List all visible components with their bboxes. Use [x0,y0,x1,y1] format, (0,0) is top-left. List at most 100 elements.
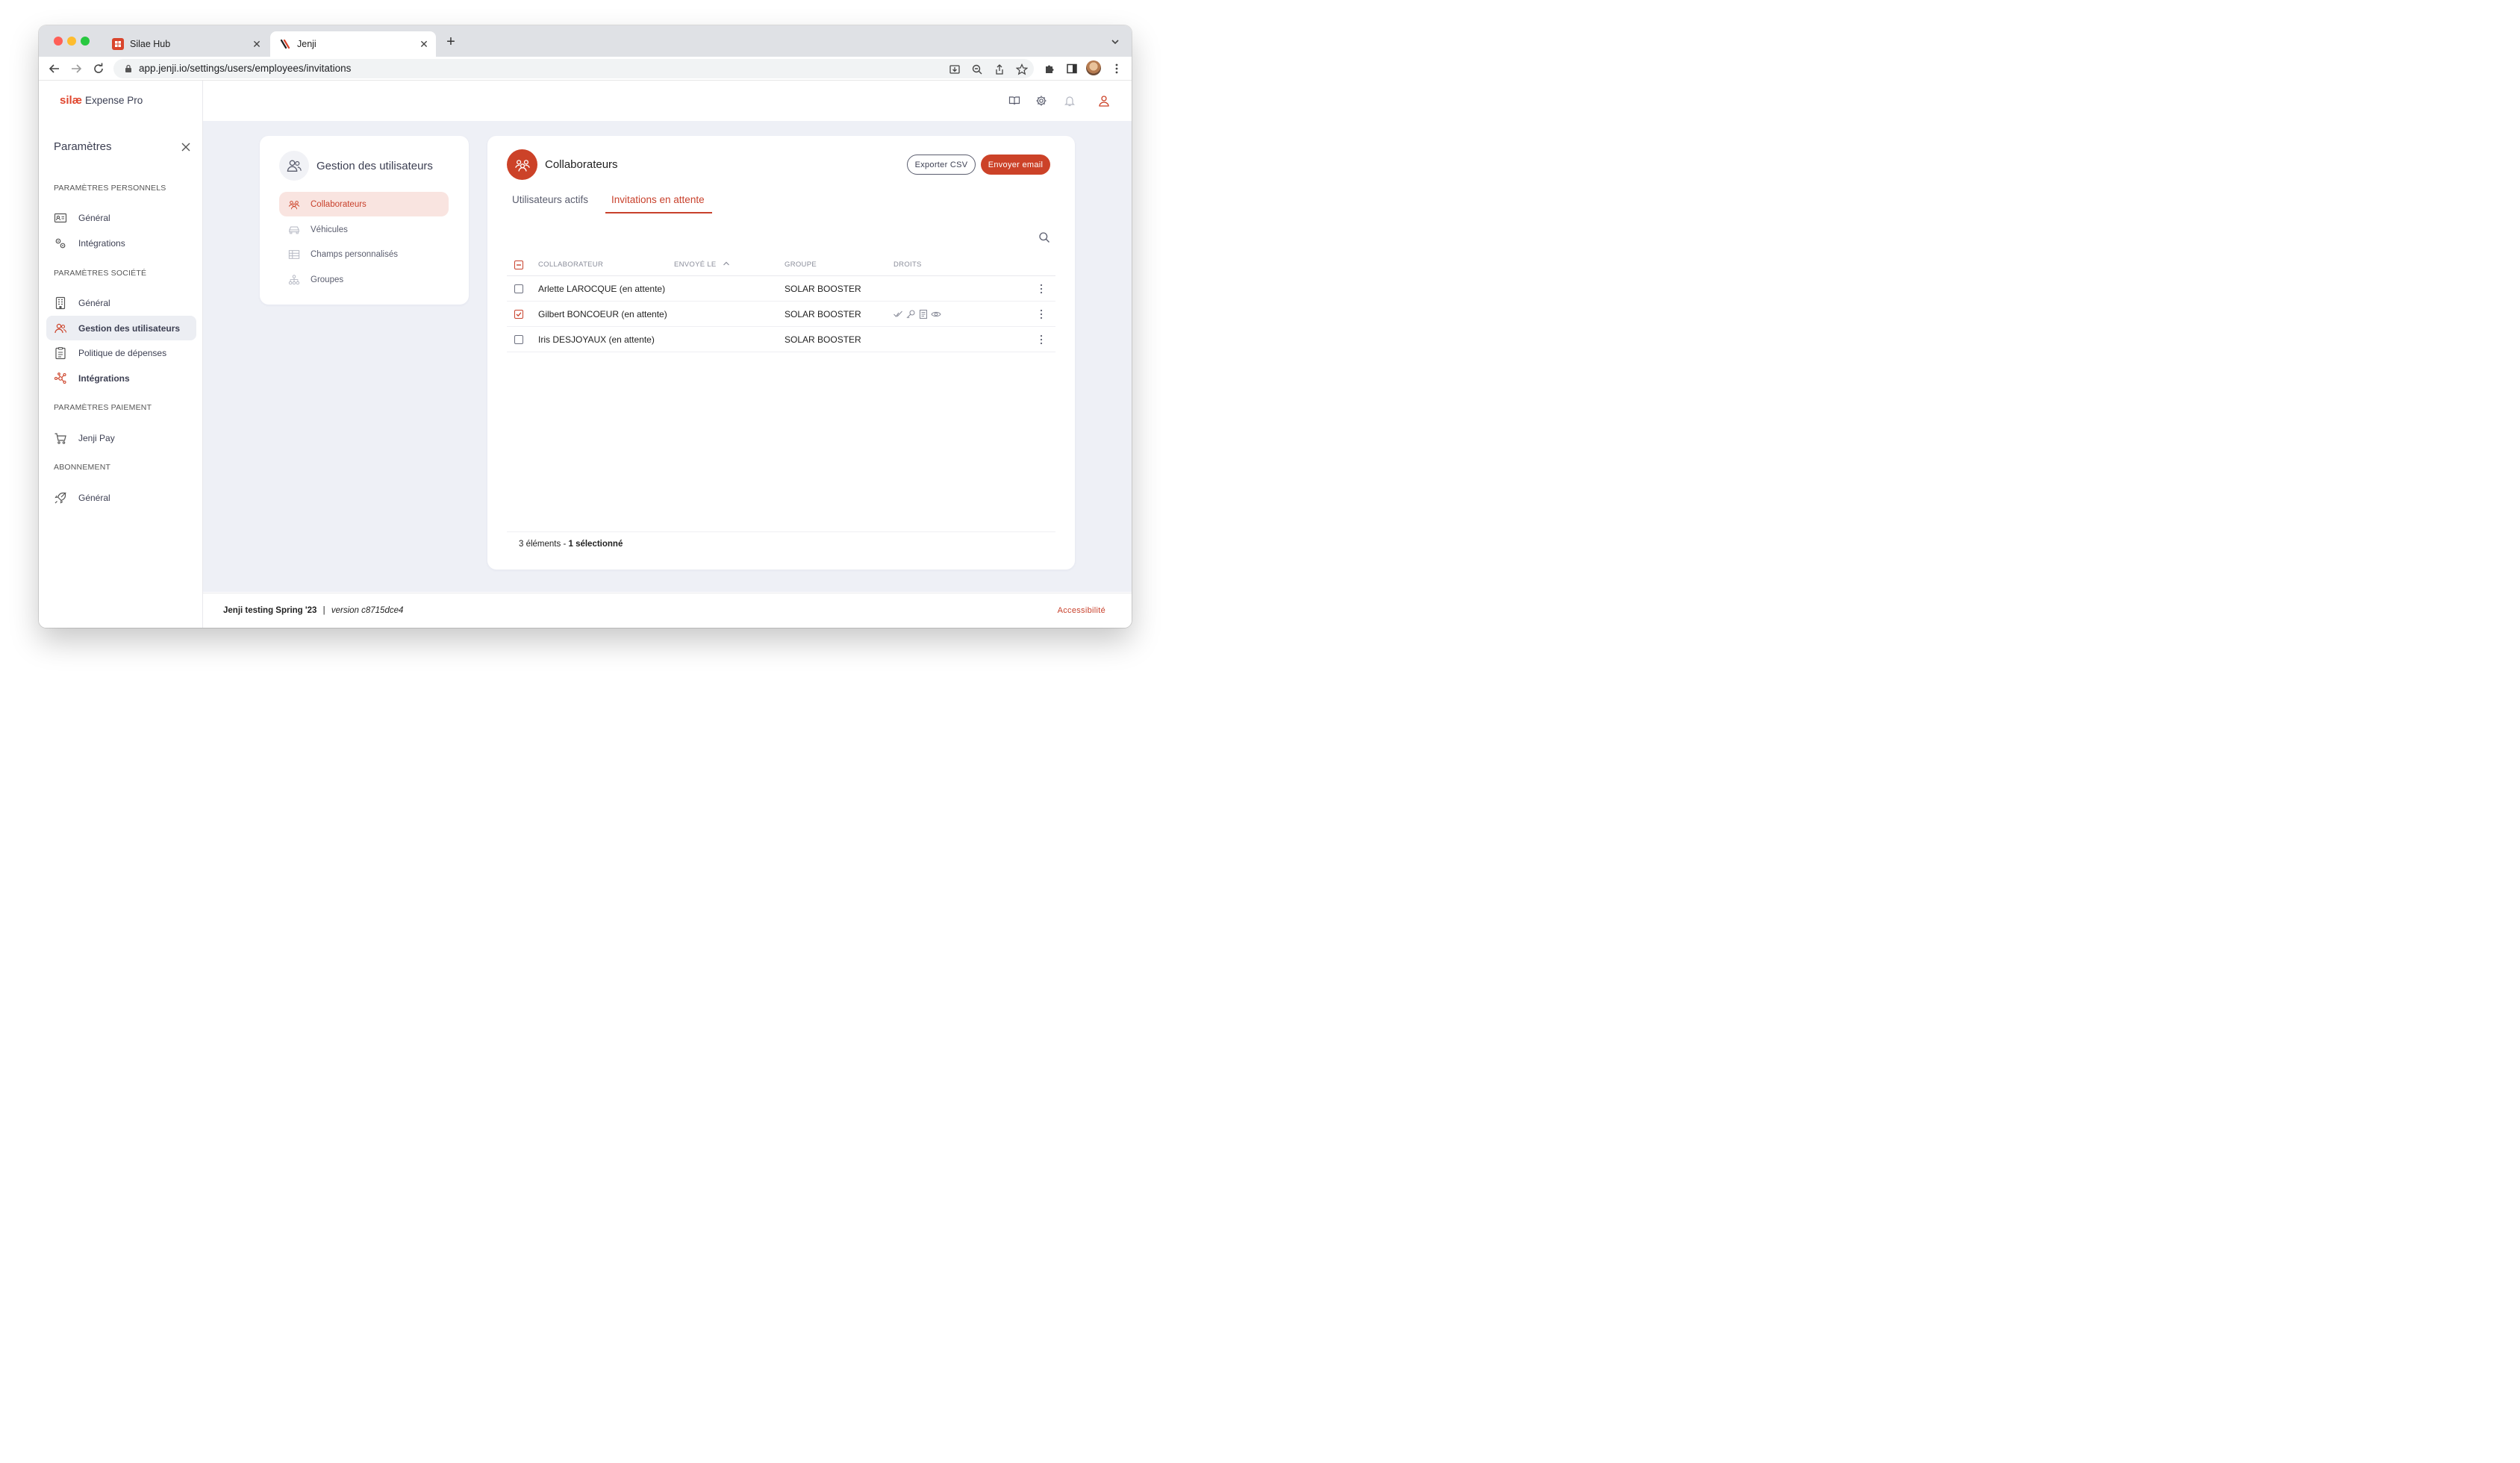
menu-item-label: Groupes [311,275,344,284]
app-header [203,81,1132,121]
browser-tab-silae-hub[interactable]: Silae Hub ✕ [103,31,269,57]
export-csv-button[interactable]: Exporter CSV [907,155,976,175]
menu-item-collaborators[interactable]: Collaborateurs [279,192,449,216]
collaborators-panel: Collaborateurs Exporter CSV Envoyer emai… [487,136,1075,570]
sidebar-item-expense-policy[interactable]: Politique de dépenses [46,340,196,365]
logo-mark: silæ [60,94,83,107]
column-collaborator[interactable]: COLLABORATEUR [538,261,603,269]
collaborator-name: Arlette LAROCQUE (en attente) [538,284,666,294]
menu-item-vehicles[interactable]: Véhicules [279,217,449,242]
menu-title: Gestion des utilisateurs [316,159,433,172]
eye-icon [931,311,941,317]
users-icon [54,323,67,333]
sidebar-item-label: Général [78,297,110,308]
sidebar-item-jenji-pay[interactable]: Jenji Pay [46,425,196,450]
sidebar-item-label: Gestion des utilisateurs [78,322,181,334]
table-footer-divider [507,531,1055,532]
search-icon[interactable] [1038,231,1050,243]
chevron-down-icon[interactable] [1109,36,1121,48]
bookmark-star-icon[interactable] [1016,63,1028,75]
url-text[interactable]: app.jenji.io/settings/users/employees/in… [139,63,351,74]
sidebar-item-label: Intégrations [78,237,125,249]
sort-ascending-icon [723,261,729,266]
sidebar-item-company-general[interactable]: Général [46,290,196,315]
group-name: SOLAR BOOSTER [785,334,861,345]
users-icon [287,160,302,172]
row-checkbox[interactable] [514,284,523,293]
group-name: SOLAR BOOSTER [785,284,861,294]
sidebar-item-company-integrations[interactable]: Intégrations [46,366,196,390]
sidebar-item-label: Général [78,492,110,503]
close-tab-icon[interactable]: ✕ [418,38,430,50]
sidebar-item-label: Jenji Pay [78,432,115,443]
section-payment-settings: PARAMÈTRES PAIEMENT [54,403,152,412]
rights-icons [893,309,941,319]
extensions-puzzle-icon[interactable] [1044,63,1055,75]
rocket-icon [54,492,66,504]
hierarchy-icon [288,274,300,284]
new-tab-button[interactable]: + [443,34,458,50]
side-panel-icon[interactable] [1066,63,1078,75]
table-row[interactable]: Arlette LAROCQUE (en attente) SOLAR BOOS… [507,276,1055,302]
column-sent-date[interactable]: ENVOYÉ LE [674,261,730,269]
sidebar-item-personal-integrations[interactable]: Intégrations [46,231,196,255]
close-window-button[interactable] [54,37,63,46]
zoom-icon[interactable] [971,63,983,75]
bell-icon[interactable] [1064,95,1076,107]
lock-icon [125,64,131,72]
user-icon[interactable] [1098,95,1110,107]
menu-item-groups[interactable]: Groupes [279,267,449,292]
tab-active-users[interactable]: Utilisateurs actifs [512,194,588,205]
book-icon[interactable] [1008,95,1020,107]
share-icon[interactable] [994,63,1005,75]
row-checkbox-checked[interactable] [514,310,523,319]
table-row[interactable]: Gilbert BONCOEUR (en attente) SOLAR BOOS… [507,302,1055,327]
column-rights: DROITS [893,261,922,269]
version-string: version c8715dce4 [331,606,404,615]
building-icon [55,296,66,309]
sidebar-item-subscription-general[interactable]: Général [46,485,196,510]
sidebar-item-personal-general[interactable]: Général [46,205,196,230]
cart-icon [54,432,66,444]
profile-avatar[interactable] [1086,60,1101,75]
table-row[interactable]: Iris DESJOYAUX (en attente) SOLAR BOOSTE… [507,327,1055,352]
more-vertical-icon[interactable] [1111,63,1123,75]
row-checkbox[interactable] [514,335,523,344]
more-vertical-icon[interactable] [1040,284,1043,294]
send-email-button[interactable]: Envoyer email [981,155,1050,175]
collaborator-name: Gilbert BONCOEUR (en attente) [538,309,667,319]
gear-icon[interactable] [1035,95,1047,107]
sidebar-title: Paramètres [54,140,112,153]
sidebar-item-label: Général [78,212,110,223]
more-vertical-icon[interactable] [1040,309,1043,319]
tab-pending-invitations[interactable]: Invitations en attente [611,194,705,205]
select-all-checkbox[interactable] [514,261,523,269]
table-header: COLLABORATEUR ENVOYÉ LE GROUPE DROITS [507,254,1055,276]
browser-tab-jenji[interactable]: Jenji ✕ [270,31,436,57]
menu-header: Gestion des utilisateurs [279,151,433,181]
maximize-window-button[interactable] [81,37,90,46]
address-bar[interactable]: app.jenji.io/settings/users/employees/in… [113,59,1034,78]
install-app-icon[interactable] [949,63,961,75]
back-arrow-icon[interactable] [48,62,61,75]
forward-arrow-icon[interactable] [69,62,83,75]
reload-icon[interactable] [92,62,105,75]
silae-logo[interactable]: silæ Expense Pro [60,94,143,107]
close-icon[interactable] [181,142,191,152]
browser-tab-title: Silae Hub [130,39,171,49]
browser-toolbar: app.jenji.io/settings/users/employees/in… [39,57,1132,81]
column-group[interactable]: GROUPE [785,261,817,269]
users-icon [288,200,300,209]
sidebar-item-user-management[interactable]: Gestion des utilisateurs [46,316,196,340]
minimize-window-button[interactable] [67,37,76,46]
menu-item-label: Collaborateurs [311,199,367,209]
close-tab-icon[interactable]: ✕ [251,38,263,50]
browser-window: Silae Hub ✕ Jenji ✕ + app.jenji.io/setti… [39,25,1132,628]
accessibility-link[interactable]: Accessibilité [1058,606,1105,615]
more-vertical-icon[interactable] [1040,334,1043,345]
id-card-icon [54,213,67,222]
browser-tab-title: Jenji [297,39,316,49]
menu-item-custom-fields[interactable]: Champs personnalisés [279,242,449,266]
table-footer-count: 3 éléments - 1 sélectionné [519,540,623,549]
user-management-menu: Gestion des utilisateurs Collaborateurs … [260,136,469,305]
